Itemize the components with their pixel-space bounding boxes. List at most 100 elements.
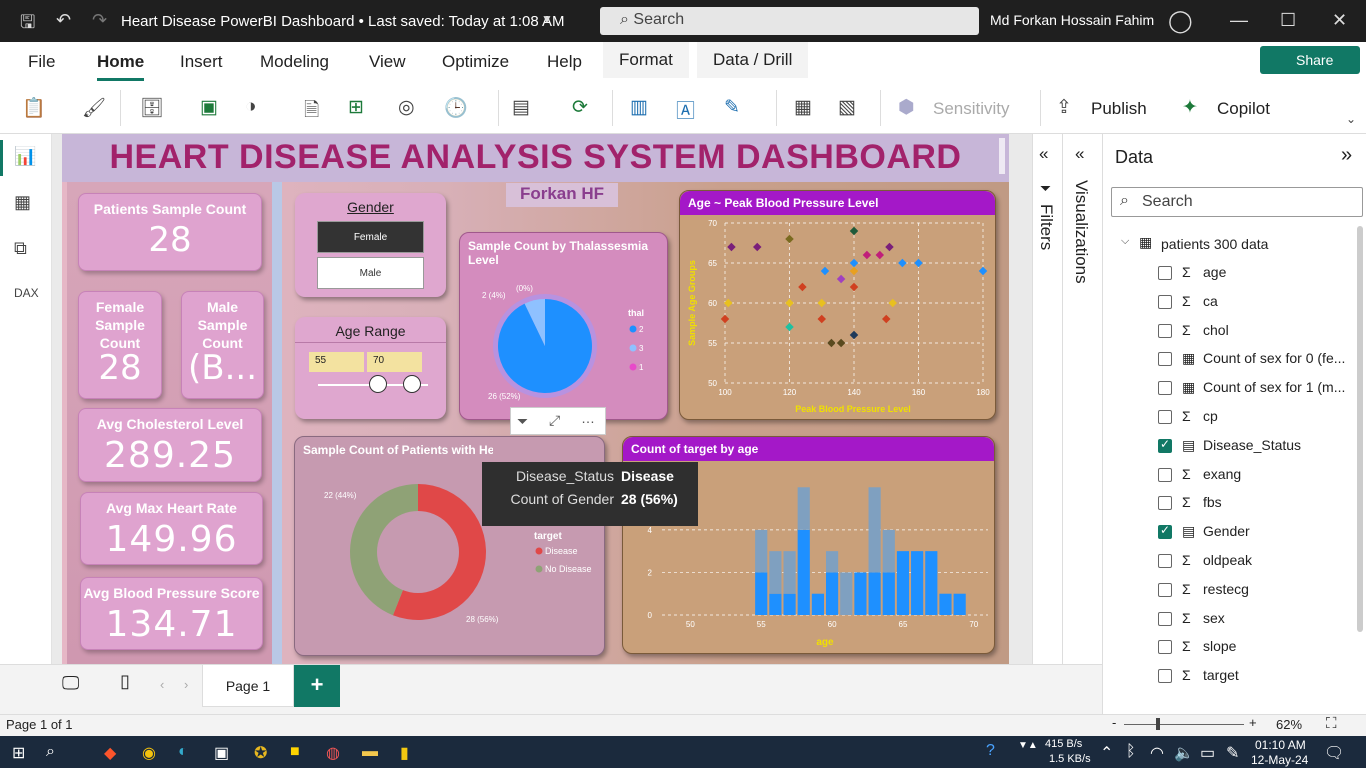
tab-data-drill[interactable]: Data / Drill — [697, 42, 809, 78]
brave-icon[interactable]: ◆ — [104, 743, 116, 763]
model-view-icon[interactable]: ⧉ — [14, 238, 27, 259]
table-view-icon[interactable]: ▦ — [14, 192, 31, 213]
edge-icon[interactable]: ◐ — [178, 743, 188, 761]
bar-disease[interactable] — [755, 572, 768, 615]
new-measure-icon[interactable]: ▦ — [794, 96, 812, 119]
female-count-card[interactable]: Female Sample Count 28 — [78, 291, 162, 399]
bar-disease[interactable] — [911, 551, 924, 615]
mobile-layout-icon[interactable]: ▯ — [120, 671, 130, 692]
gender-option-female[interactable]: Female — [317, 221, 424, 253]
refresh-icon[interactable]: ⟳ — [572, 96, 588, 119]
bar-no-disease[interactable] — [840, 572, 853, 615]
wifi-icon[interactable]: ◠ — [1150, 743, 1164, 763]
canvas-scrollbar[interactable] — [999, 138, 1005, 174]
zoom-slider[interactable] — [1124, 724, 1244, 725]
avg-heart-rate-card[interactable]: Avg Max Heart Rate 149.96 — [80, 492, 263, 565]
transform-icon[interactable]: ▤ — [512, 96, 530, 119]
bar-disease[interactable] — [925, 551, 938, 615]
dataverse-icon[interactable]: ◎ — [398, 96, 415, 119]
age-slider-min-handle[interactable] — [369, 375, 387, 393]
global-search[interactable]: ⌕ Search — [600, 7, 979, 35]
help-icon[interactable]: ? — [986, 742, 995, 760]
bar-no-disease[interactable] — [755, 529, 768, 573]
field-checkbox[interactable] — [1158, 554, 1172, 568]
legend-label[interactable]: Disease — [545, 546, 578, 556]
avg-cholesterol-card[interactable]: Avg Cholesterol Level 289.25 — [78, 408, 262, 482]
zoom-out-icon[interactable]: - — [1112, 715, 1116, 730]
field-checkbox[interactable] — [1158, 323, 1172, 338]
expand-filters-icon[interactable]: « — [1039, 144, 1048, 164]
legend-label[interactable]: 1 — [639, 363, 644, 372]
chevron-down-icon[interactable]: ⌵ — [1121, 235, 1129, 248]
scatter-point[interactable] — [785, 234, 794, 244]
scatter-point[interactable] — [785, 322, 794, 332]
bar-no-disease[interactable] — [868, 487, 881, 573]
notifications-icon[interactable]: 🗨 — [1324, 743, 1344, 763]
windows-start-icon[interactable]: ⊞ — [12, 743, 25, 763]
age-max-input[interactable]: 70 — [367, 352, 422, 372]
scatter-point[interactable] — [862, 250, 872, 260]
quick-measure-icon[interactable]: ▧ — [838, 96, 856, 119]
file-explorer-icon[interactable]: ▬ — [362, 743, 378, 761]
field-checkbox[interactable] — [1158, 381, 1172, 396]
scatter-point[interactable] — [723, 298, 733, 308]
prev-page-icon[interactable]: ‹ — [160, 677, 164, 692]
field-checkbox[interactable] — [1158, 496, 1172, 511]
scatter-point[interactable] — [849, 258, 859, 268]
bar-disease[interactable] — [797, 529, 810, 615]
excel-icon[interactable]: ▣ — [200, 96, 218, 119]
scatter-point[interactable] — [849, 226, 859, 236]
more-visuals-icon[interactable]: ✎ — [724, 96, 740, 119]
bar-no-disease[interactable] — [826, 551, 839, 573]
paste-icon[interactable]: 📋 — [22, 96, 46, 120]
recent-sources-icon[interactable]: 🕒 — [444, 96, 468, 120]
field-checkbox[interactable] — [1158, 523, 1172, 540]
bar-no-disease[interactable] — [797, 487, 810, 530]
bar-disease[interactable] — [811, 593, 824, 615]
copilot-icon[interactable]: ✦ — [1182, 96, 1198, 119]
tab-optimize[interactable]: Optimize — [442, 52, 509, 72]
gender-option-male[interactable]: Male — [317, 257, 424, 289]
field-checkbox[interactable] — [1158, 437, 1172, 453]
enter-data-icon[interactable]: ⊞ — [348, 96, 364, 119]
scatter-point[interactable] — [827, 338, 836, 348]
collapse-ribbon-icon[interactable]: ⌄ — [1346, 112, 1356, 126]
scatter-point[interactable] — [836, 274, 846, 284]
tab-view[interactable]: View — [369, 52, 406, 72]
page-tab-1[interactable]: Page 1 — [202, 665, 294, 707]
field-checkbox[interactable] — [1158, 294, 1172, 309]
scatter-point[interactable] — [849, 282, 859, 292]
dax-query-icon[interactable]: DAX — [14, 286, 39, 300]
bar-disease[interactable] — [868, 572, 881, 615]
data-search-input[interactable]: ⌕ Search — [1111, 187, 1363, 217]
scatter-point[interactable] — [820, 266, 830, 276]
scatter-point[interactable] — [817, 298, 826, 308]
save-icon[interactable]: 🖫 — [20, 10, 35, 40]
share-button[interactable]: Share — [1260, 46, 1360, 74]
maximize-icon[interactable]: ☐ — [1280, 10, 1296, 31]
field-checkbox[interactable] — [1158, 582, 1172, 597]
field-checkbox[interactable] — [1158, 640, 1172, 655]
next-page-icon[interactable]: › — [184, 677, 188, 692]
field-checkbox[interactable] — [1158, 611, 1172, 626]
scatter-point[interactable] — [849, 266, 859, 276]
table-name[interactable]: patients 300 data — [1161, 236, 1268, 252]
scatter-point[interactable] — [885, 242, 894, 252]
scatter-point[interactable] — [720, 314, 730, 324]
new-visual-icon[interactable]: ▥ — [630, 96, 648, 119]
tab-format[interactable]: Format — [603, 42, 689, 78]
more-options-icon[interactable]: … — [581, 410, 595, 426]
field-checkbox[interactable] — [1158, 410, 1172, 424]
scatter-point[interactable] — [785, 298, 794, 308]
bar-disease[interactable] — [896, 551, 910, 615]
zoom-in-icon[interactable]: + — [1249, 715, 1257, 730]
field-checkbox[interactable] — [1158, 467, 1172, 482]
field-checkbox[interactable] — [1158, 669, 1172, 684]
publish-button[interactable]: Publish — [1091, 99, 1147, 119]
tab-insert[interactable]: Insert — [180, 52, 223, 72]
onelake-icon[interactable]: ◑ — [245, 96, 256, 118]
scatter-point[interactable] — [898, 258, 907, 268]
bar-disease[interactable] — [953, 593, 966, 615]
avg-blood-pressure-card[interactable]: Avg Blood Pressure Score 134.71 — [80, 577, 263, 650]
tab-file[interactable]: File — [28, 52, 55, 72]
